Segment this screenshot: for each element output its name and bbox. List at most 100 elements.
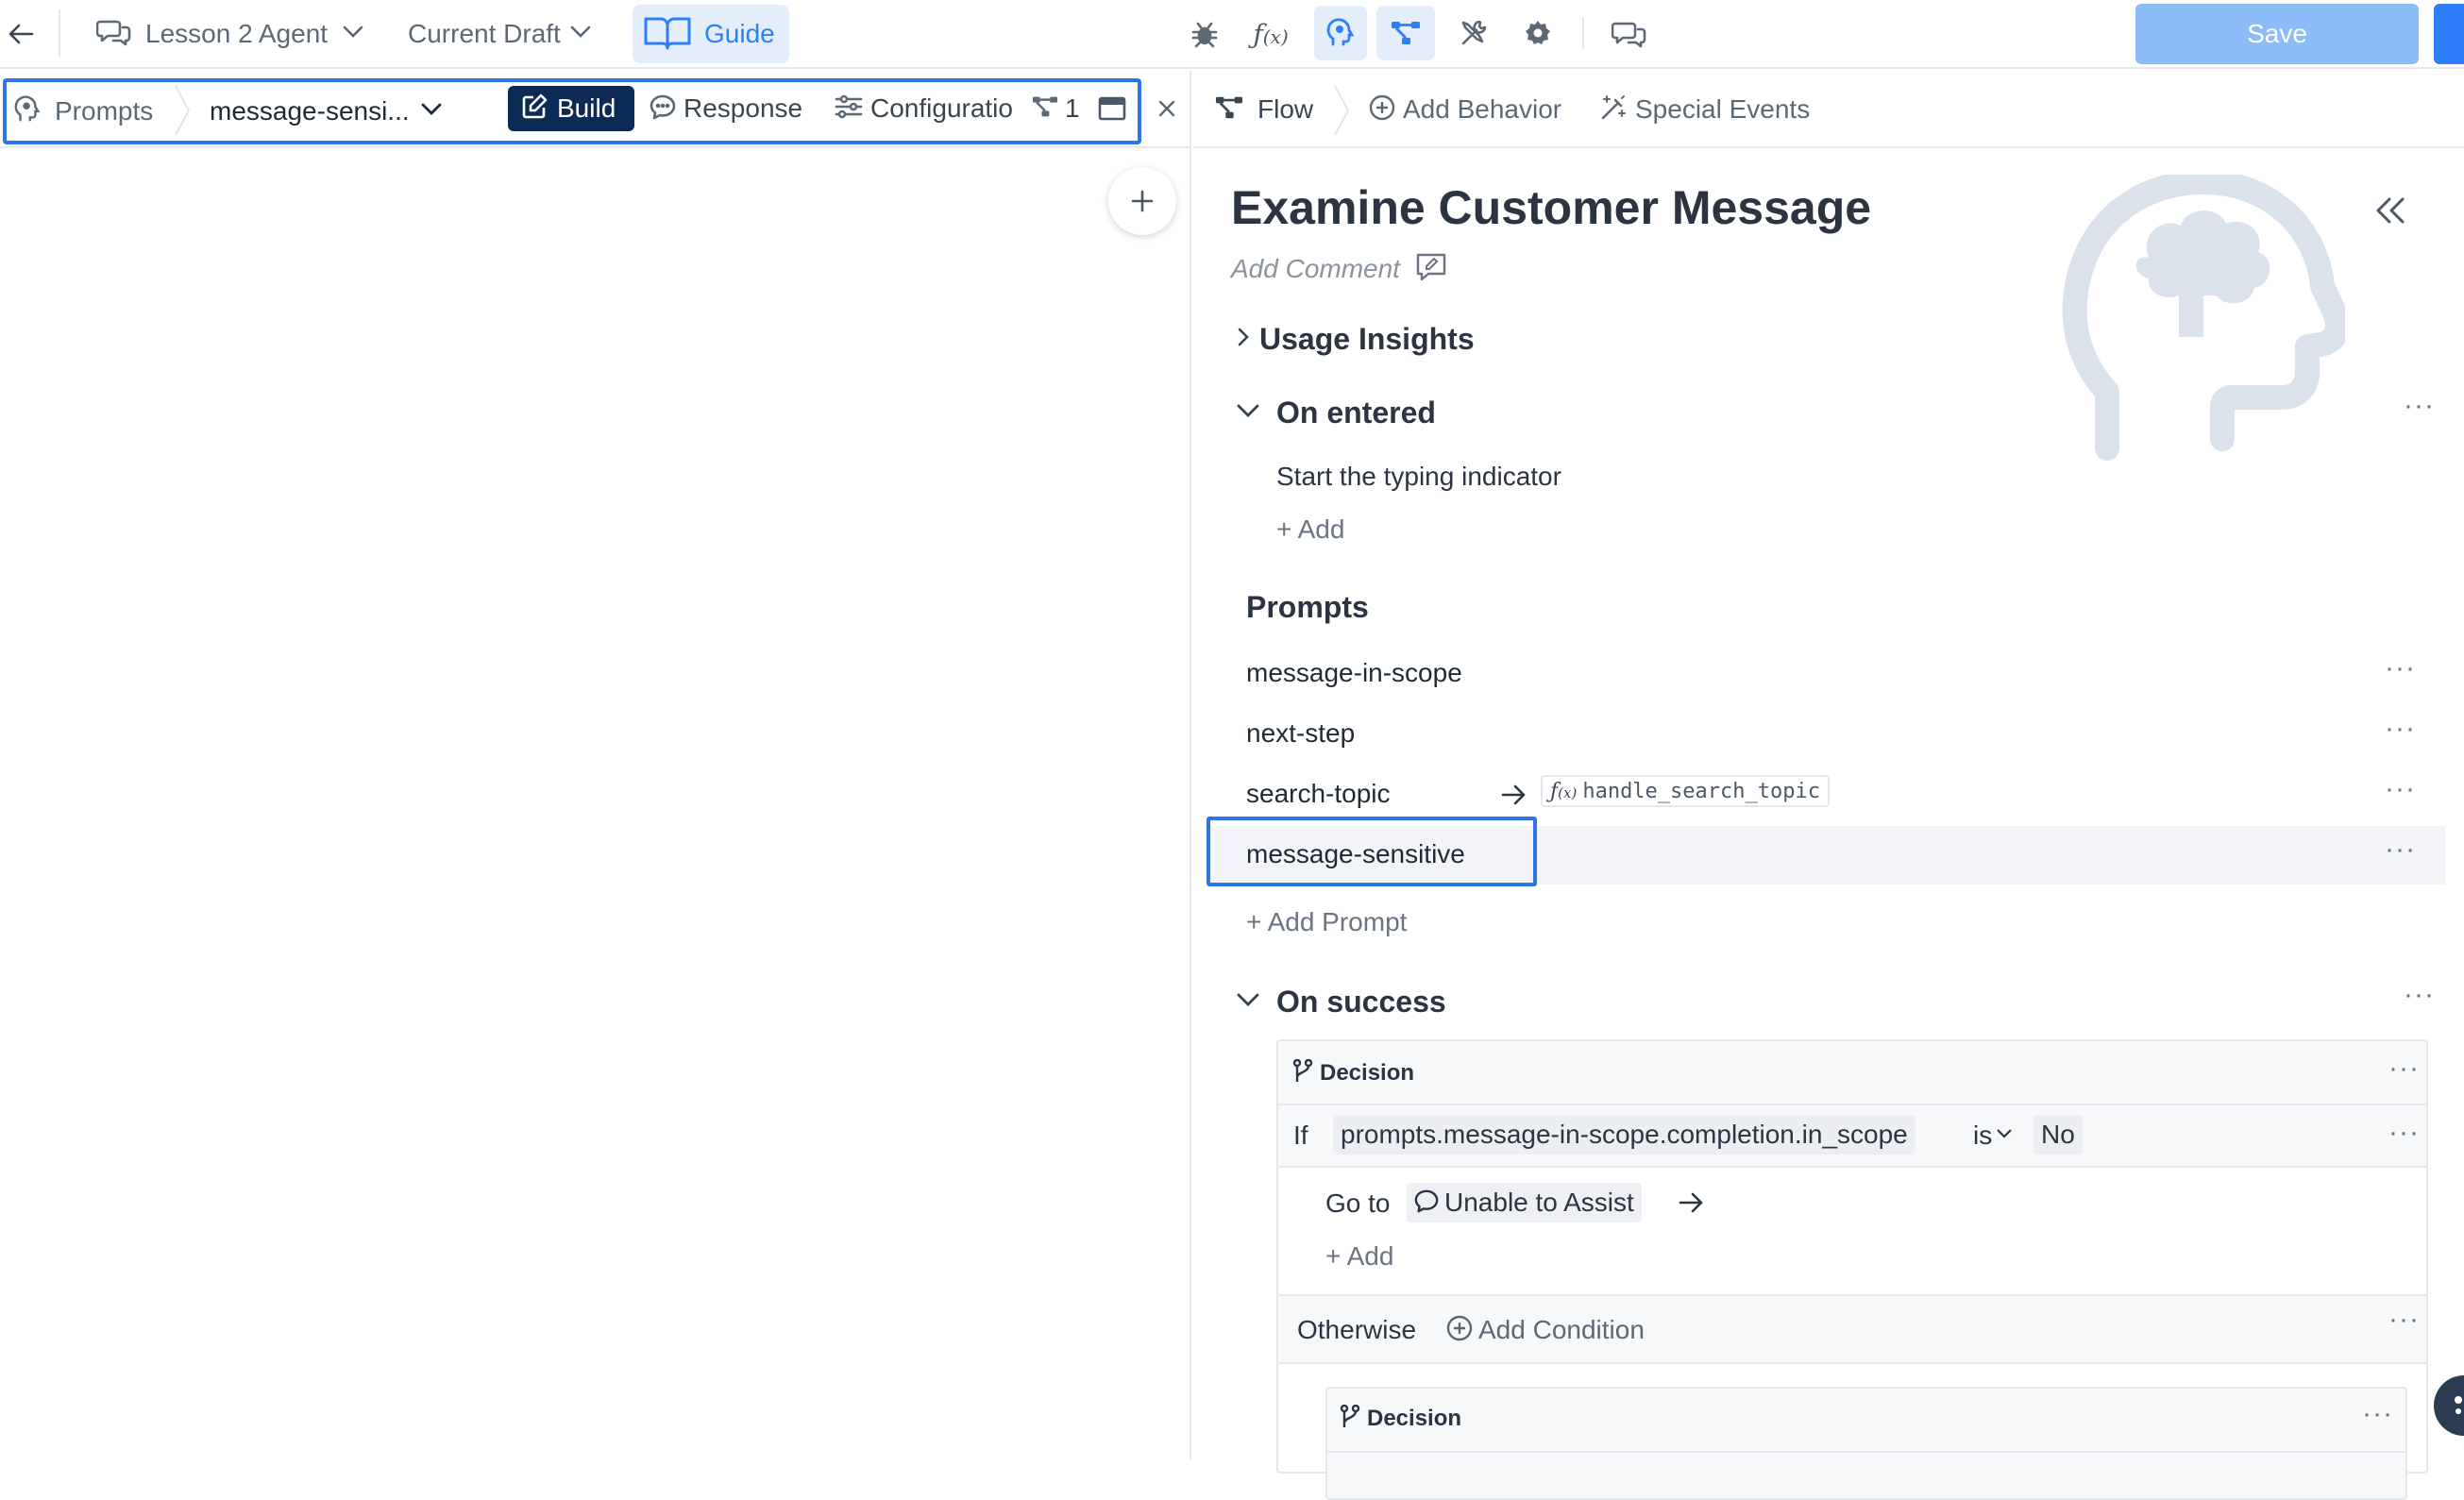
prompts-heading: Prompts bbox=[1246, 590, 1369, 624]
otherwise-label: Otherwise bbox=[1297, 1315, 1417, 1344]
flow-icon bbox=[1031, 94, 1059, 124]
condition-variable[interactable]: prompts.message-in-scope.completion.in_s… bbox=[1333, 1115, 1916, 1154]
tools-icon[interactable] bbox=[1454, 13, 1494, 53]
tab-response[interactable]: Response bbox=[650, 86, 802, 131]
chat-icon bbox=[1414, 1188, 1439, 1218]
arrow-right-icon[interactable] bbox=[1679, 1190, 1705, 1220]
add-action-button[interactable]: + Add bbox=[1276, 514, 1344, 545]
function-name: handle_search_topic bbox=[1582, 779, 1820, 803]
add-inner-button[interactable]: + Add bbox=[1325, 1241, 1393, 1272]
chevron-down-icon bbox=[1996, 1127, 2013, 1144]
decision-block: Decision ··· If prompts.message-in-scope… bbox=[1276, 1039, 2428, 1500]
prompts-label: Prompts bbox=[55, 96, 154, 126]
chevron-down-icon bbox=[1237, 992, 1259, 1012]
flow-usage-count[interactable]: 1 bbox=[1031, 86, 1080, 131]
prompt-menu[interactable]: ··· bbox=[2385, 835, 2416, 864]
usage-insights-label: Usage Insights bbox=[1259, 321, 1475, 356]
prompt-menu[interactable]: ··· bbox=[2385, 775, 2416, 803]
goto-target-label: Unable to Assist bbox=[1444, 1188, 1634, 1217]
decision-menu[interactable]: ··· bbox=[2388, 1054, 2420, 1083]
tab-build[interactable]: Build bbox=[508, 86, 634, 131]
tab-flow[interactable]: Flow bbox=[1214, 88, 1313, 131]
on-success-label: On success bbox=[1276, 984, 1446, 1019]
edit-icon bbox=[521, 93, 548, 125]
top-bar: Lesson 2 Agent Current Draft Guide ƒ(x) … bbox=[0, 0, 2464, 69]
agent-selector[interactable]: Lesson 2 Agent bbox=[95, 13, 363, 55]
prompt-menu[interactable]: ··· bbox=[2385, 715, 2416, 743]
guide-button[interactable]: Guide bbox=[633, 5, 789, 63]
book-icon bbox=[642, 13, 693, 56]
on-entered-action[interactable]: Start the typing indicator bbox=[1276, 462, 1561, 492]
prompt-menu[interactable]: ··· bbox=[2385, 654, 2416, 683]
otherwise-menu[interactable]: ··· bbox=[2388, 1306, 2420, 1334]
flow-icon[interactable] bbox=[1376, 6, 1435, 60]
add-behavior-button[interactable]: Add Behavior bbox=[1369, 88, 1561, 131]
add-comment-label: Add Comment bbox=[1231, 254, 1400, 283]
chat-icon bbox=[95, 17, 132, 52]
on-success-menu[interactable]: ··· bbox=[2404, 981, 2435, 1009]
close-icon[interactable] bbox=[1150, 92, 1184, 126]
operator-label: is bbox=[1973, 1121, 1993, 1150]
add-condition-button[interactable]: Add Condition bbox=[1446, 1311, 1645, 1349]
decision-label: Decision bbox=[1367, 1406, 1462, 1431]
gear-icon[interactable] bbox=[1518, 13, 1558, 53]
on-entered-toggle[interactable]: On entered bbox=[1237, 392, 1436, 433]
usage-insights-toggle[interactable]: Usage Insights bbox=[1237, 318, 1475, 360]
step-title[interactable]: Examine Customer Message bbox=[1231, 180, 1871, 235]
branch-icon bbox=[1339, 1404, 1361, 1434]
prompt-name[interactable]: search-topic bbox=[1246, 779, 1391, 809]
flow-count: 1 bbox=[1065, 93, 1080, 123]
plus-circle-icon bbox=[1446, 1315, 1473, 1346]
special-events-label: Special Events bbox=[1635, 94, 1811, 124]
publish-button-edge[interactable] bbox=[2434, 4, 2464, 64]
add-prompt-button[interactable]: + Add Prompt bbox=[1246, 907, 1407, 937]
decision-title: Decision bbox=[1291, 1056, 1414, 1090]
breadcrumb-separator bbox=[172, 82, 194, 143]
prompt-name[interactable]: message-sensitive bbox=[1246, 839, 1465, 869]
tab-configuration[interactable]: Configuratio bbox=[835, 86, 1013, 131]
prompts-breadcrumb[interactable]: Prompts bbox=[13, 92, 153, 131]
comments-icon[interactable] bbox=[1609, 15, 1650, 53]
decision-menu[interactable]: ··· bbox=[2362, 1400, 2393, 1428]
bug-icon[interactable] bbox=[1186, 15, 1224, 53]
branch-icon bbox=[1291, 1058, 1314, 1088]
add-behavior-label: Add Behavior bbox=[1403, 94, 1562, 124]
draft-label: Current Draft bbox=[408, 19, 561, 48]
chevron-down-icon bbox=[421, 103, 442, 121]
on-success-toggle[interactable]: On success bbox=[1237, 981, 1446, 1022]
breadcrumb-separator bbox=[1331, 82, 1354, 143]
flow-icon bbox=[1214, 94, 1244, 126]
left-panel: Prompts message-sensi... Build Response … bbox=[0, 71, 1191, 1459]
special-events-button[interactable]: Special Events bbox=[1599, 88, 1810, 131]
prompt-name[interactable]: next-step bbox=[1246, 718, 1355, 749]
on-entered-menu[interactable]: ··· bbox=[2404, 392, 2435, 420]
add-button[interactable] bbox=[1108, 167, 1176, 235]
add-comment[interactable]: Add Comment bbox=[1231, 250, 1447, 288]
save-button[interactable]: Save bbox=[2135, 4, 2419, 64]
brain-icon[interactable] bbox=[1314, 6, 1367, 60]
draft-selector[interactable]: Current Draft bbox=[408, 13, 591, 55]
configuration-label: Configuratio bbox=[870, 93, 1013, 123]
divider bbox=[1327, 1451, 2405, 1453]
plus-circle-icon bbox=[1369, 94, 1395, 126]
condition-value[interactable]: No bbox=[2034, 1115, 2083, 1154]
condition-menu[interactable]: ··· bbox=[2388, 1119, 2420, 1147]
arrow-right-icon bbox=[1501, 783, 1527, 812]
prompt-selector[interactable]: message-sensi... bbox=[210, 92, 442, 131]
prompt-name[interactable]: message-in-scope bbox=[1246, 658, 1462, 688]
help-widget[interactable] bbox=[2434, 1375, 2464, 1436]
function-icon[interactable]: ƒ(x) bbox=[1248, 13, 1293, 55]
back-arrow-icon[interactable] bbox=[2, 17, 40, 51]
prompt-row[interactable] bbox=[1246, 709, 2432, 771]
collapse-icon[interactable] bbox=[2370, 190, 2411, 231]
flow-label: Flow bbox=[1257, 94, 1314, 124]
chat-icon bbox=[650, 93, 676, 125]
brain-icon bbox=[2062, 170, 2350, 472]
panel-icon[interactable] bbox=[1095, 92, 1129, 126]
divider bbox=[1582, 17, 1584, 49]
divider bbox=[59, 9, 60, 57]
function-chip[interactable]: ƒ(x) handle_search_topic bbox=[1541, 775, 1830, 807]
chevron-down-icon bbox=[343, 25, 363, 43]
operator-select[interactable]: is bbox=[1973, 1117, 2013, 1154]
goto-target[interactable]: Unable to Assist bbox=[1407, 1183, 1642, 1222]
